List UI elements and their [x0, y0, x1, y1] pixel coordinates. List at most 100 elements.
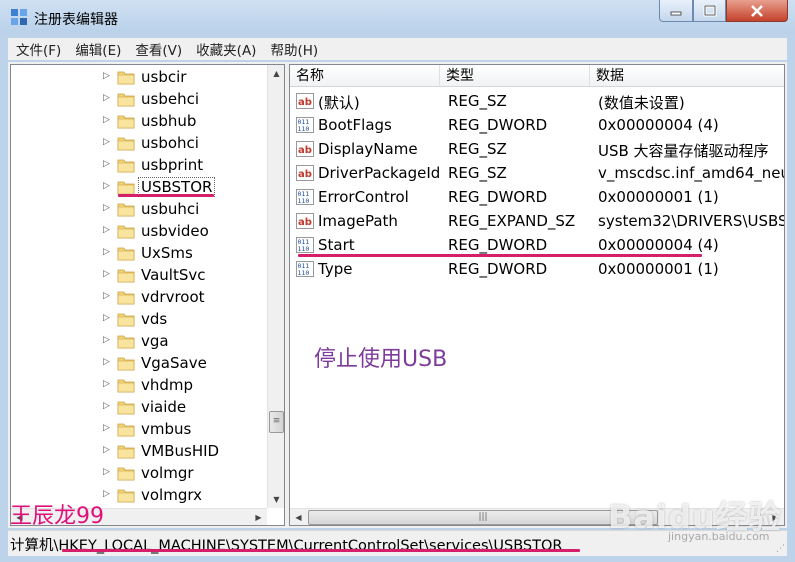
- menu-view[interactable]: 查看(V): [127, 39, 188, 59]
- tree-item-label: usbehci: [141, 90, 199, 108]
- expand-arrow-icon[interactable]: ▷: [103, 71, 110, 81]
- scroll-right-button[interactable]: ▶: [250, 509, 267, 525]
- tree-item[interactable]: ▷ vga: [11, 330, 266, 352]
- value-name: DriverPackageId: [318, 164, 441, 182]
- expand-arrow-icon[interactable]: ▷: [103, 247, 110, 257]
- tree-item[interactable]: ▷ usbvideo: [11, 220, 266, 242]
- expand-arrow-icon[interactable]: ▷: [103, 401, 110, 411]
- value-data: system32\DRIVERS\USBSTO: [598, 212, 784, 230]
- expand-arrow-icon[interactable]: ▷: [103, 489, 110, 499]
- key-tree-pane[interactable]: ▷ usbcir ▷ usbehci ▷ usbhub ▷ usbohci ▷ usbprint ▷…: [10, 64, 285, 526]
- tree-item-label: VgaSave: [141, 354, 207, 372]
- annotation-text: 停止使用USB: [314, 347, 448, 372]
- folder-icon: [117, 489, 135, 503]
- tree-item-label: usbohci: [141, 134, 199, 152]
- scroll-up-button[interactable]: ▲: [268, 65, 284, 82]
- tree-item-label: volmgrx: [141, 486, 202, 504]
- tree-item[interactable]: ▷ viaide: [11, 396, 266, 418]
- tree-item[interactable]: ▷ usbprint: [11, 154, 266, 176]
- tree-item[interactable]: ▷ VaultSvc: [11, 264, 266, 286]
- string-value-icon: ab: [296, 213, 314, 229]
- expand-arrow-icon[interactable]: ▷: [103, 269, 110, 279]
- value-type: REG_SZ: [448, 92, 507, 110]
- expand-arrow-icon[interactable]: ▷: [103, 379, 110, 389]
- menu-edit[interactable]: 编辑(E): [67, 39, 127, 59]
- tree-item[interactable]: ▷ usbhub: [11, 110, 266, 132]
- tree-item[interactable]: ▷ usbohci: [11, 132, 266, 154]
- tree-item[interactable]: ▷ vmbus: [11, 418, 266, 440]
- tree-item[interactable]: ▷ vhdmp: [11, 374, 266, 396]
- expand-arrow-icon[interactable]: ▷: [103, 357, 110, 367]
- expand-arrow-icon[interactable]: ▷: [103, 423, 110, 433]
- folder-icon: [117, 379, 135, 393]
- folder-icon: [117, 401, 135, 415]
- folder-icon: [117, 115, 135, 129]
- minimize-button[interactable]: [659, 0, 693, 22]
- value-name: BootFlags: [318, 116, 392, 134]
- folder-icon: [117, 313, 135, 327]
- folder-icon: [117, 225, 135, 239]
- value-row[interactable]: 011 110 ErrorControl REG_DWORD 0x00000001 (1…: [290, 185, 784, 209]
- expand-arrow-icon[interactable]: ▷: [103, 203, 110, 213]
- expand-arrow-icon[interactable]: ▷: [103, 335, 110, 345]
- scroll-down-button[interactable]: ▼: [268, 491, 284, 508]
- scroll-thumb[interactable]: ≡: [269, 411, 284, 433]
- svg-text:ab: ab: [298, 145, 312, 156]
- close-button[interactable]: [726, 0, 788, 22]
- binary-value-icon: 011110: [296, 117, 314, 133]
- column-data[interactable]: 数据: [590, 65, 784, 87]
- tree-item-label: volmgr: [141, 464, 194, 482]
- value-row[interactable]: ab (默认) REG_SZ (数值未设置): [290, 89, 784, 113]
- tree-item[interactable]: ▷ UxSms: [11, 242, 266, 264]
- menu-favorites[interactable]: 收藏夹(A): [188, 39, 262, 59]
- scroll-left-button[interactable]: ◀: [290, 509, 307, 525]
- tree-item[interactable]: ▷ usbcir: [11, 66, 266, 88]
- highlight-underline-start: [298, 254, 702, 257]
- tree-item-label: UxSms: [141, 244, 193, 262]
- tree-item[interactable]: ▷ usbehci: [11, 88, 266, 110]
- expand-arrow-icon[interactable]: ▷: [103, 291, 110, 301]
- tree-item[interactable]: ▷ usbuhci: [11, 198, 266, 220]
- tree-item[interactable]: ▷ vdrvroot: [11, 286, 266, 308]
- expand-arrow-icon[interactable]: ▷: [103, 467, 110, 477]
- expand-arrow-icon[interactable]: ▷: [103, 115, 110, 125]
- resize-grip-icon[interactable]: ⋰: [776, 544, 785, 554]
- tree-item[interactable]: ▷ vds: [11, 308, 266, 330]
- column-type[interactable]: 类型: [440, 65, 590, 87]
- list-header: 名称 类型 数据: [290, 65, 784, 87]
- tree-item[interactable]: ▷ VgaSave: [11, 352, 266, 374]
- expand-arrow-icon[interactable]: ▷: [103, 225, 110, 235]
- tree-item[interactable]: ▷ VMBusHID: [11, 440, 266, 462]
- tree-vertical-scrollbar[interactable]: ▲ ≡ ▼: [267, 65, 284, 508]
- folder-icon: [117, 159, 135, 173]
- tree-item-label: usbvideo: [141, 222, 209, 240]
- value-row[interactable]: 011 110 Type REG_DWORD 0x00000001 (1): [290, 257, 784, 281]
- svg-text:110: 110: [298, 197, 310, 205]
- value-row[interactable]: ab ImagePath REG_EXPAND_SZ system32\DRIVERS…: [290, 209, 784, 233]
- binary-value-icon: 011110: [296, 237, 314, 253]
- folder-icon: [117, 357, 135, 371]
- value-row[interactable]: ab DriverPackageId REG_SZ v_mscdsc.inf_amd6…: [290, 161, 785, 185]
- menu-file[interactable]: 文件(F): [8, 39, 67, 59]
- scroll-thumb[interactable]: |||: [308, 510, 658, 525]
- expand-arrow-icon[interactable]: ▷: [103, 159, 110, 169]
- value-row[interactable]: ab DisplayName REG_SZ USB 大容量存储驱动程序: [290, 137, 784, 161]
- registry-editor-window: 注册表编辑器 文件(F) 编辑(E) 查看(V) 收藏夹(A) 帮助(H) ▷ u…: [0, 0, 795, 562]
- title-bar[interactable]: 注册表编辑器: [0, 0, 795, 34]
- folder-icon: [117, 71, 135, 85]
- window-title: 注册表编辑器: [34, 12, 118, 28]
- expand-arrow-icon[interactable]: ▷: [103, 181, 110, 191]
- maximize-button[interactable]: [693, 0, 726, 22]
- value-row[interactable]: 011 110 BootFlags REG_DWORD 0x00000004 (4): [290, 113, 784, 137]
- value-data: v_mscdsc.inf_amd64_neutr: [598, 164, 785, 182]
- expand-arrow-icon[interactable]: ▷: [103, 93, 110, 103]
- expand-arrow-icon[interactable]: ▷: [103, 445, 110, 455]
- column-name[interactable]: 名称: [290, 65, 440, 87]
- values-list-pane[interactable]: 名称 类型 数据 ab (默认) REG_SZ (数值未设置) 011 110 BootFl…: [289, 64, 785, 526]
- tree-item[interactable]: ▷ volmgr: [11, 462, 266, 484]
- menu-help[interactable]: 帮助(H): [262, 39, 324, 59]
- value-name: Type: [318, 260, 353, 278]
- tree-item-label: usbhub: [141, 112, 197, 130]
- expand-arrow-icon[interactable]: ▷: [103, 137, 110, 147]
- expand-arrow-icon[interactable]: ▷: [103, 313, 110, 323]
